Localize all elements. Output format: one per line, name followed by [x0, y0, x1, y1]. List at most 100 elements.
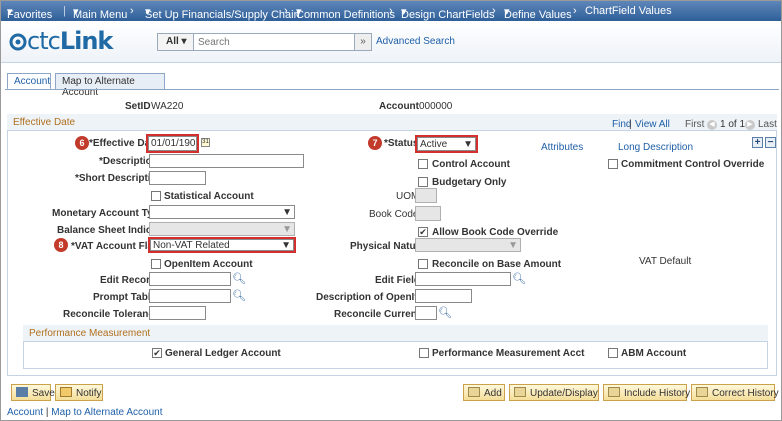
navigation-bar: Favorites ▾ | Main Menu ▾ › Set Up Finan… [1, 1, 781, 21]
chevron-down-icon: ▼ [281, 240, 291, 251]
edit-record-input[interactable] [149, 272, 231, 286]
update-display-label: Update/Display [530, 388, 598, 399]
header: ctcLink All ▾ » Advanced Search [1, 21, 781, 63]
correct-history-button[interactable]: Correct History [691, 384, 779, 401]
search-input[interactable] [196, 35, 346, 49]
logo-prefix: ctc [27, 27, 61, 55]
advanced-search-link[interactable]: Advanced Search [376, 36, 455, 47]
add-button[interactable]: Add [463, 384, 505, 401]
reconcile-currency-input[interactable] [415, 306, 437, 320]
setid-value: WA220 [151, 101, 184, 112]
budgetary-only-label: Budgetary Only [432, 177, 507, 188]
commitment-control-override-label: Commitment Control Override [621, 159, 765, 170]
description-of-openitem-input[interactable] [415, 289, 472, 303]
save-label: Save [32, 388, 55, 399]
statistical-account-checkbox[interactable] [151, 191, 161, 201]
openitem-account-checkbox[interactable] [151, 259, 161, 269]
bottom-tab-links: Account | Map to Alternate Account [7, 407, 162, 418]
tab-account[interactable]: Account [7, 73, 51, 90]
statistical-account-label: Statistical Account [164, 191, 254, 202]
callout-7-badge: 7 [368, 136, 382, 150]
plus-icon[interactable]: + [752, 137, 763, 148]
search-box: All ▾ [157, 33, 371, 51]
correct-history-label: Correct History [712, 388, 779, 399]
reconcile-tolerance-input[interactable] [149, 306, 206, 320]
abm-account-checkbox[interactable] [608, 348, 618, 358]
effective-date-input[interactable]: 01/01/1901 [148, 136, 197, 151]
breadcrumb-separator-icon: › [492, 5, 496, 17]
allow-book-code-override-checkbox[interactable]: ✔ [418, 227, 428, 237]
breadcrumb-current: ChartField Values [585, 5, 672, 17]
edit-record-label: Edit Record [100, 275, 157, 286]
magnifier-icon[interactable]: 🔍︎ [438, 306, 452, 319]
prompt-table-input[interactable] [149, 289, 231, 303]
main-menu-label: Main Menu [73, 9, 128, 21]
minus-icon[interactable]: − [765, 137, 776, 148]
correct-history-icon [696, 387, 708, 397]
reconcile-currency-label: Reconcile Currency [334, 309, 428, 320]
budgetary-only-checkbox[interactable] [418, 177, 428, 187]
account-label: Account [379, 101, 419, 112]
breadcrumb-setup-financials[interactable]: Set Up Financials/Supply Chain ▾ [145, 5, 300, 21]
add-label: Add [484, 388, 502, 399]
breadcrumb-define-values[interactable]: Define Values ▾ [504, 5, 572, 21]
previous-row-icon[interactable]: ◀ [707, 120, 717, 130]
general-ledger-account-label: General Ledger Account [165, 348, 281, 359]
save-button[interactable]: Save [11, 384, 55, 401]
include-history-icon [608, 387, 620, 397]
view-all-link[interactable]: View All [635, 119, 670, 130]
search-scope-select[interactable]: All ▾ [158, 34, 194, 50]
monetary-account-type-select[interactable]: ▼ [149, 205, 295, 219]
callout-8-badge: 8 [54, 238, 68, 252]
bottom-link-map[interactable]: Map to Alternate Account [51, 407, 162, 418]
notify-label: Notify [76, 388, 102, 399]
breadcrumb-label: Set Up Financials/Supply Chain [145, 9, 300, 21]
general-ledger-account-checkbox[interactable]: ✔ [152, 348, 162, 358]
breadcrumb-separator-icon: › [130, 5, 134, 17]
status-label: *Status [384, 138, 419, 149]
main-menu[interactable]: Main Menu ▾ [73, 5, 127, 21]
magnifier-icon[interactable]: 🔍︎ [512, 272, 526, 285]
status-select[interactable]: Active ▼ [417, 137, 476, 151]
short-description-input[interactable] [149, 171, 206, 185]
monetary-account-type-label: Monetary Account Type [52, 208, 165, 219]
save-icon [16, 387, 28, 397]
abm-account-label: ABM Account [621, 348, 687, 359]
performance-measurement-acct-checkbox[interactable] [419, 348, 429, 358]
breadcrumb-label: Common Definitions [296, 9, 396, 21]
ctclink-logo: ctcLink [9, 27, 113, 55]
description-input[interactable] [149, 154, 304, 168]
reconcile-on-base-amount-checkbox[interactable] [418, 259, 428, 269]
breadcrumb-common-definitions[interactable]: Common Definitions ▾ [296, 5, 395, 21]
control-account-checkbox[interactable] [418, 159, 428, 169]
attributes-link[interactable]: Attributes [541, 142, 583, 153]
control-account-label: Control Account [432, 159, 510, 170]
long-description-link[interactable]: Long Description [618, 142, 693, 153]
favorites-menu[interactable]: Favorites ▾ [7, 5, 52, 21]
edit-field-input[interactable] [415, 272, 511, 286]
openitem-account-label: OpenItem Account [164, 259, 253, 270]
book-code-input [415, 206, 441, 221]
update-display-button[interactable]: Update/Display [509, 384, 599, 401]
last-label: Last [758, 119, 777, 130]
pipe-separator: | [629, 119, 632, 130]
edit-field-label: Edit Field [375, 275, 420, 286]
calendar-icon[interactable]: 31 [201, 138, 210, 147]
vat-account-flag-label: *VAT Account Flag [71, 241, 160, 252]
bottom-link-account[interactable]: Account [7, 407, 43, 418]
logo-swirl-icon [9, 33, 27, 51]
next-row-icon[interactable]: ▶ [745, 120, 755, 130]
magnifier-icon[interactable]: 🔍︎ [232, 289, 246, 302]
notify-button[interactable]: Notify [55, 384, 103, 401]
breadcrumb-design-chartfields[interactable]: Design ChartFields ▾ [401, 5, 495, 21]
commitment-control-override-checkbox[interactable] [608, 159, 618, 169]
include-history-button[interactable]: Include History [603, 384, 690, 401]
tab-map-alternate-account[interactable]: Map to Alternate Account [55, 73, 165, 98]
physical-nature-select: ▼ [415, 238, 521, 252]
vat-default-link[interactable]: VAT Default [639, 256, 691, 267]
chevron-down-icon: ▼ [463, 139, 473, 150]
magnifier-icon[interactable]: 🔍︎ [232, 272, 246, 285]
vat-account-flag-select[interactable]: Non-VAT Related ▼ [150, 239, 294, 251]
search-go-button[interactable]: » [354, 33, 372, 51]
search-scope-label: All [166, 36, 179, 47]
